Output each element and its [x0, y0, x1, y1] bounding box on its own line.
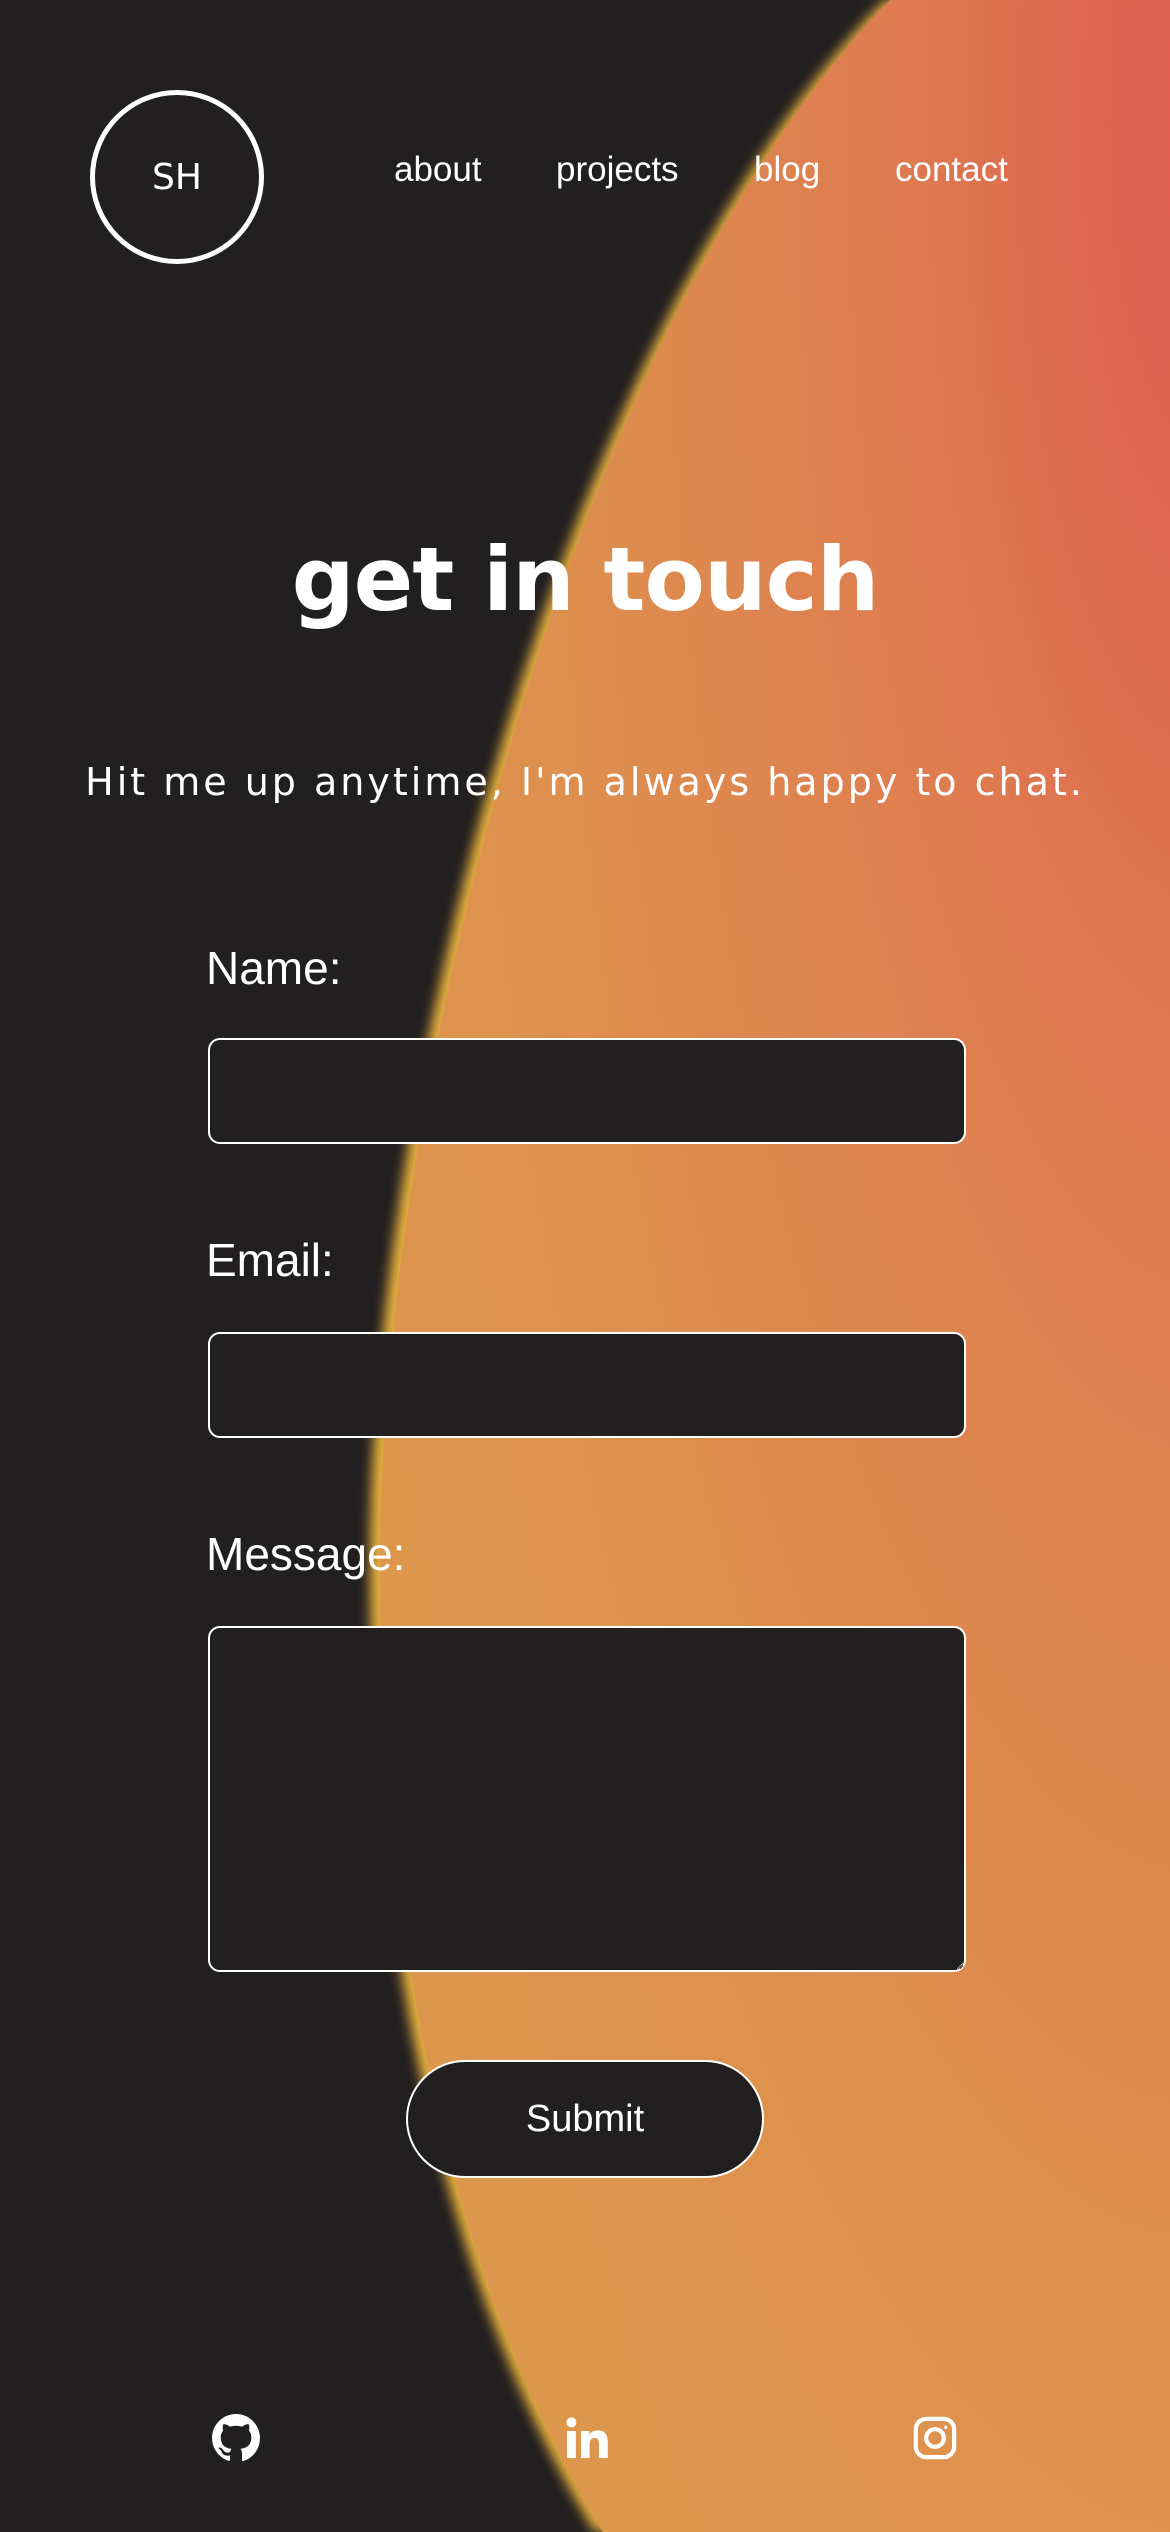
message-label: Message: — [206, 1528, 406, 1580]
github-link[interactable] — [208, 2410, 264, 2466]
email-field[interactable] — [208, 1332, 966, 1438]
submit-button[interactable]: Submit — [406, 2060, 764, 2178]
page-title: get in touch — [291, 528, 880, 631]
nav-link-about[interactable]: about — [394, 145, 482, 195]
logo-initials: SH — [152, 156, 202, 198]
github-icon — [212, 2414, 260, 2462]
linkedin-link[interactable] — [559, 2410, 615, 2466]
name-field[interactable] — [208, 1038, 966, 1144]
instagram-icon — [913, 2416, 957, 2460]
linkedin-icon — [566, 2417, 608, 2458]
name-label: Name: — [206, 942, 342, 994]
nav-link-contact[interactable]: contact — [895, 145, 1008, 195]
nav-link-blog[interactable]: blog — [754, 145, 820, 195]
instagram-link[interactable] — [907, 2410, 963, 2466]
email-label: Email: — [206, 1234, 334, 1286]
nav-link-projects[interactable]: projects — [556, 145, 679, 195]
page-subtitle: Hit me up anytime, I'm always happy to c… — [85, 760, 1085, 804]
logo-home-link[interactable]: SH — [90, 90, 264, 264]
message-field[interactable] — [208, 1626, 966, 1972]
